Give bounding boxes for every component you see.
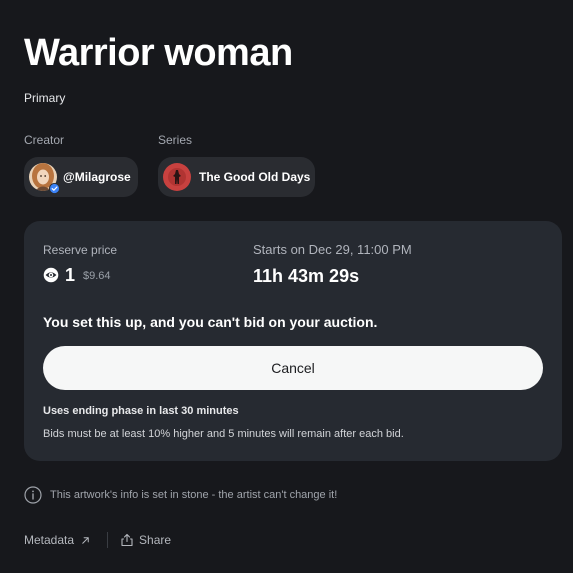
creator-label: Creator — [24, 133, 65, 147]
eye-icon — [43, 267, 59, 283]
footer-divider — [107, 532, 109, 548]
creator-avatar — [29, 163, 60, 194]
artwork-page: Warrior woman Primary Creator Series @Mi… — [0, 0, 573, 573]
creator-chip[interactable]: @Milagrose — [24, 157, 138, 197]
price-usd: $9.64 — [83, 270, 111, 282]
share-label: Share — [139, 533, 172, 547]
ending-phase-title: Uses ending phase in last 30 minutes — [43, 405, 239, 417]
share-icon — [121, 533, 133, 547]
info-icon — [24, 486, 42, 504]
edition-label: Primary — [24, 91, 66, 105]
series-thumbnail-icon — [163, 163, 191, 191]
verified-badge-icon — [49, 183, 60, 194]
price-value: 1 — [65, 264, 76, 285]
auction-card: Reserve price 1 $9.64 Starts on Dec 29, … — [24, 221, 562, 461]
auction-start-label: Starts on Dec 29, 11:00 PM — [253, 242, 412, 257]
countdown-timer: 11h 43m 29s — [253, 266, 360, 286]
cancel-button[interactable]: Cancel — [43, 346, 543, 390]
share-button[interactable]: Share — [120, 533, 171, 547]
owner-notice: You set this up, and you can't bid on yo… — [43, 314, 378, 330]
immutable-info: This artwork's info is set in stone - th… — [24, 486, 337, 504]
external-arrow-icon — [82, 536, 89, 544]
footer-actions: Metadata Share — [24, 530, 171, 550]
metadata-label: Metadata — [24, 533, 75, 547]
info-text: This artwork's info is set in stone - th… — [50, 489, 338, 501]
creator-handle: @Milagrose — [63, 170, 131, 184]
series-name: The Good Old Days — [199, 170, 311, 184]
metadata-link[interactable]: Metadata — [24, 533, 91, 547]
series-label: Series — [158, 133, 193, 147]
page-title: Warrior woman — [24, 32, 293, 74]
reserve-price: 1 $9.64 — [43, 263, 111, 287]
ending-phase-description: Bids must be at least 10% higher and 5 m… — [43, 428, 404, 440]
series-thumbnail — [163, 163, 191, 191]
reserve-price-label: Reserve price — [43, 243, 118, 257]
series-chip[interactable]: The Good Old Days — [158, 157, 315, 197]
